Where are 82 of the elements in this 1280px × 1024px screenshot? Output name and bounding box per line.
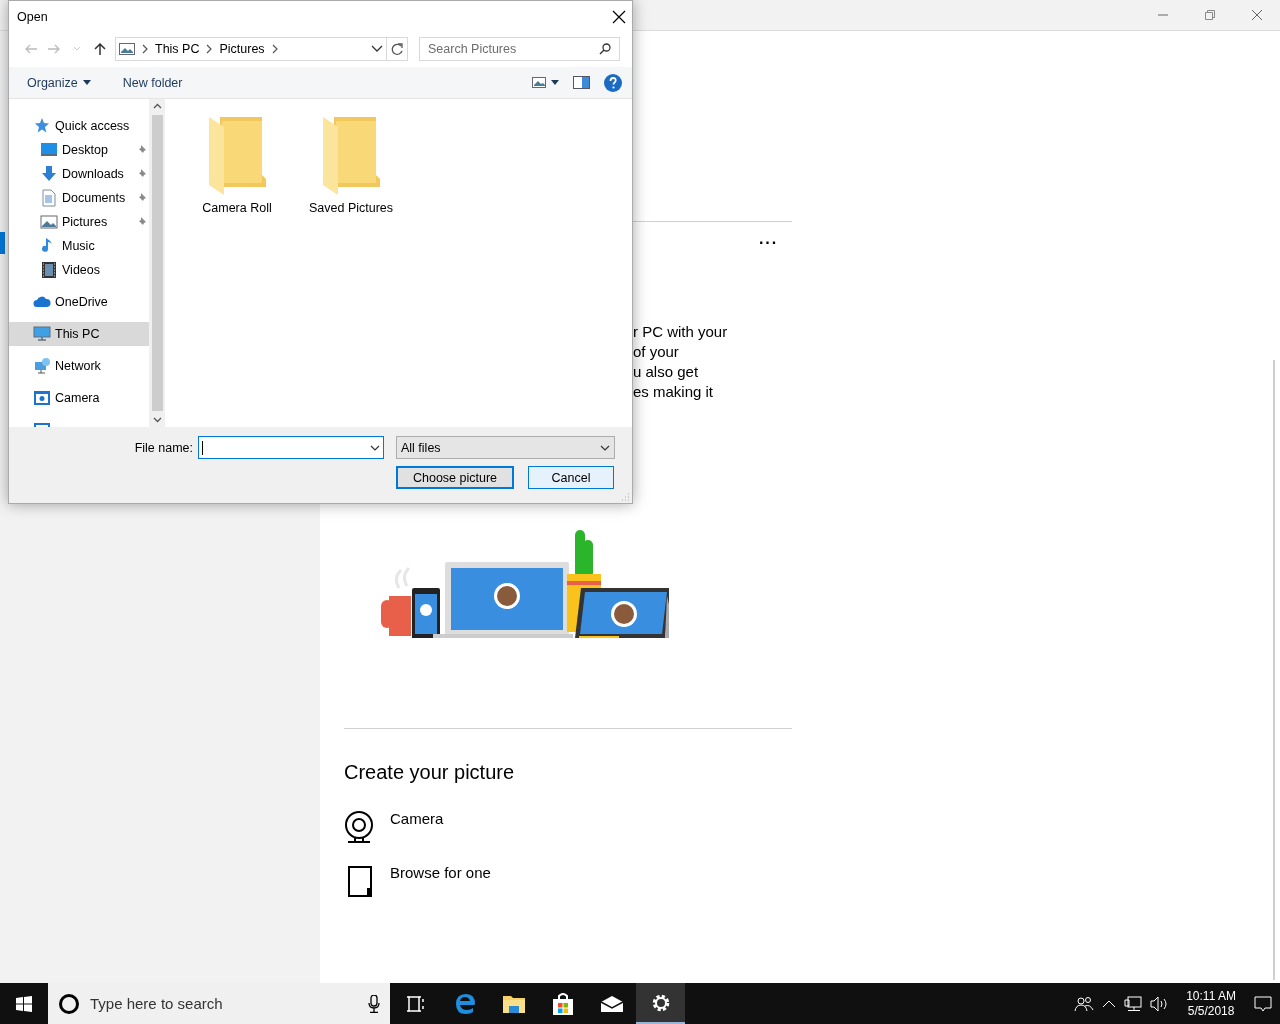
search-field[interactable]: Type here to search: [48, 983, 390, 1024]
shopping-bag-icon[interactable]: [551, 992, 574, 1015]
file-type-dropdown[interactable]: All files: [396, 436, 615, 459]
up-arrow-icon[interactable]: [92, 43, 107, 55]
dropdown-caret-icon[interactable]: [371, 45, 383, 53]
folder-name[interactable]: Camera Roll: [202, 201, 272, 215]
preview-pane-icon[interactable]: [573, 76, 590, 89]
dialog-title: Open: [17, 9, 48, 24]
nav-item[interactable]: Music: [9, 234, 149, 258]
search-placeholder: Search Pictures: [428, 42, 517, 56]
star-icon: [33, 117, 51, 135]
breadcrumb-item[interactable]: This PC: [155, 42, 200, 56]
selection-indicator: [0, 232, 5, 254]
close-button[interactable]: [1251, 10, 1262, 20]
search-field[interactable]: Search Pictures: [419, 37, 620, 61]
nav-item[interactable]: Network: [9, 354, 149, 378]
film-icon: [40, 261, 58, 279]
folder-icon[interactable]: [501, 993, 526, 1014]
file-name-field[interactable]: [198, 436, 384, 459]
description-text: r PC with your of your u also get es making it: [633, 322, 729, 402]
chevron-right-icon[interactable]: [205, 44, 214, 54]
computer-icon: [33, 325, 51, 343]
dialog-button[interactable]: Choose picture: [396, 466, 514, 489]
network-icon[interactable]: [1124, 995, 1143, 1012]
speaker-icon[interactable]: [1150, 995, 1169, 1012]
document-icon: [40, 189, 58, 207]
option-link[interactable]: Camera: [390, 810, 444, 828]
nav-item[interactable]: This PC: [9, 322, 149, 346]
caret-icon: [82, 80, 91, 85]
dropdown-caret-icon[interactable]: [370, 444, 380, 451]
download-arrow-icon: [40, 165, 58, 183]
search-placeholder: Type here to search: [90, 995, 224, 1012]
scrollbar[interactable]: [149, 99, 165, 427]
nav-item[interactable]: Quick access: [9, 114, 149, 138]
view-icon[interactable]: [532, 77, 546, 88]
microphone-icon: [368, 994, 380, 1013]
chevron-right-icon[interactable]: [270, 44, 279, 54]
nav-item[interactable]: Videos: [9, 258, 149, 282]
nav-item[interactable]: Documents: [9, 186, 149, 210]
refresh-icon[interactable]: [391, 42, 403, 56]
picture-icon: [40, 213, 58, 231]
new-folder-button[interactable]: New folder: [122, 73, 183, 92]
monitor-icon: [40, 141, 58, 159]
nav-item[interactable]: Pictures: [9, 210, 149, 234]
dialog-button[interactable]: Cancel: [528, 466, 614, 489]
nav-item[interactable]: OneDrive: [9, 290, 149, 314]
address-bar[interactable]: This PC Pictures: [115, 37, 408, 61]
chevron-right-icon[interactable]: [141, 44, 149, 54]
help-icon[interactable]: [604, 73, 622, 92]
option-link[interactable]: Browse for one: [390, 864, 491, 882]
browser-e-icon[interactable]: [453, 992, 476, 1015]
section-heading: Create your picture: [344, 760, 516, 785]
caret-icon[interactable]: [551, 80, 559, 85]
scrollbar[interactable]: [1273, 360, 1275, 980]
nav-item[interactable]: Downloads: [9, 162, 149, 186]
search-icon: [599, 43, 611, 55]
field-label: File name:: [134, 440, 193, 455]
chevron-up-icon[interactable]: [1102, 998, 1117, 1009]
resize-grip-icon: [622, 493, 630, 501]
clock-time[interactable]: 10:11 AM: [1186, 988, 1236, 1004]
breadcrumb-item[interactable]: Pictures: [219, 42, 265, 56]
pictures-library-icon: [119, 43, 135, 55]
restore-button[interactable]: [1204, 10, 1215, 20]
scroll-up-icon[interactable]: [152, 103, 162, 109]
task-view-icon[interactable]: [406, 995, 425, 1012]
network-icon: [33, 357, 51, 375]
notification-icon[interactable]: [1254, 994, 1272, 1013]
envelope-icon[interactable]: [599, 994, 624, 1013]
scroll-down-icon[interactable]: [152, 417, 162, 423]
organize-button[interactable]: Organize: [27, 73, 91, 92]
nav-item[interactable]: Desktop: [9, 138, 149, 162]
windows-logo-icon[interactable]: [16, 995, 32, 1012]
nav-item[interactable]: Camera: [9, 386, 149, 410]
settings-icon[interactable]: [650, 992, 671, 1013]
folder-name[interactable]: Saved Pictures: [308, 201, 394, 215]
people-icon[interactable]: [1074, 995, 1095, 1012]
camera-icon: [33, 389, 51, 407]
dropdown-caret-icon: [600, 444, 610, 451]
clock-date[interactable]: 5/5/2018: [1187, 1003, 1235, 1019]
close-icon[interactable]: [612, 9, 626, 24]
text-cursor: [202, 440, 203, 455]
more-options-button[interactable]: ···: [759, 234, 778, 252]
